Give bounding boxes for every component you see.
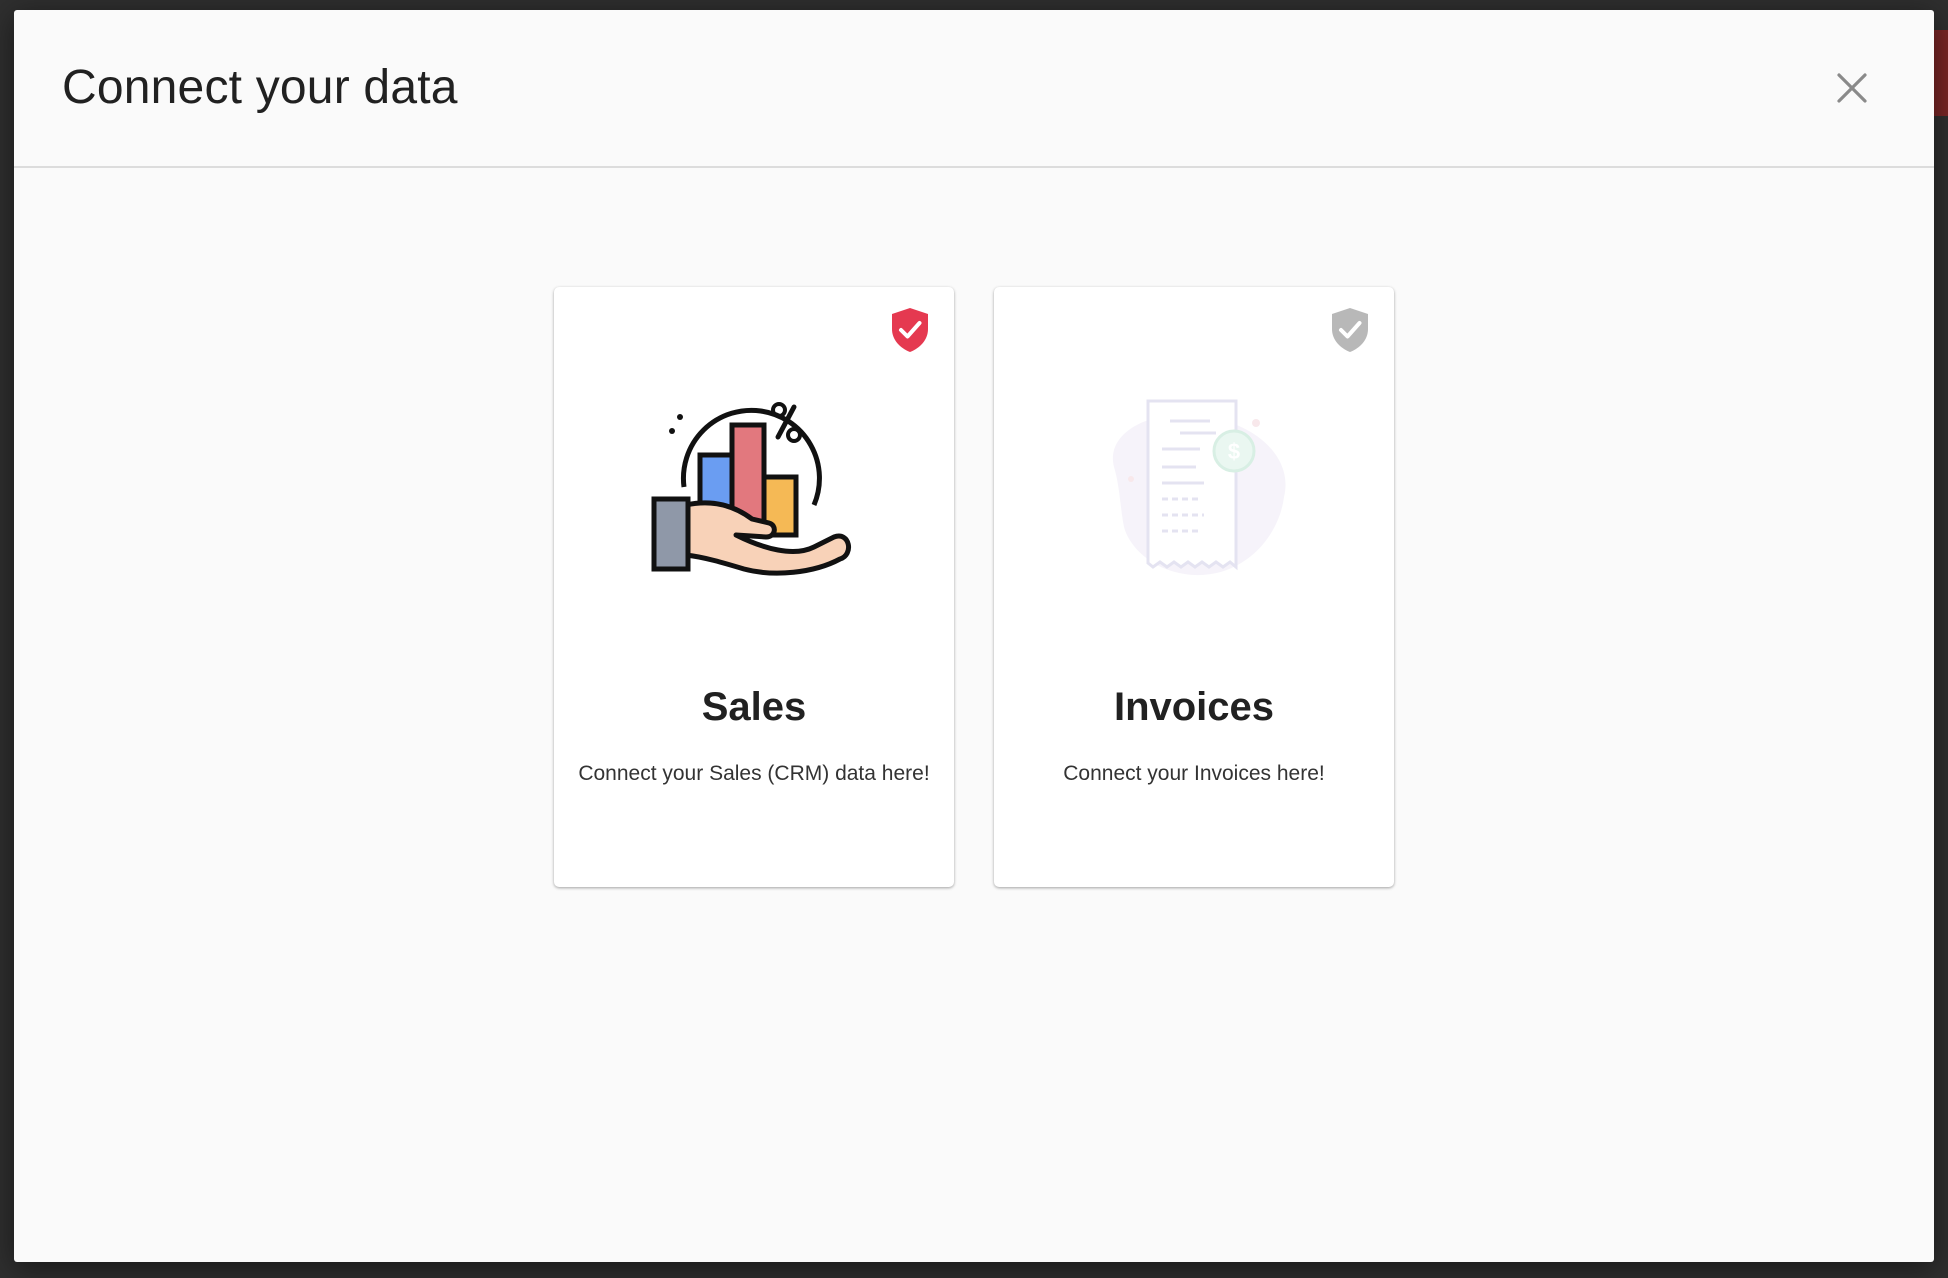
backdrop-edge bbox=[1934, 30, 1948, 116]
card-title: Sales bbox=[701, 685, 807, 729]
connect-data-dialog: Connect your data Sales Connect your Sal… bbox=[14, 10, 1934, 1262]
dialog-title: Connect your data bbox=[62, 61, 458, 114]
invoice-receipt-icon: $ bbox=[1112, 399, 1286, 576]
card-description: Connect your Sales (CRM) data here! bbox=[578, 762, 930, 785]
data-source-cards: Sales Connect your Sales (CRM) data here… bbox=[554, 287, 1394, 889]
svg-text:$: $ bbox=[1228, 439, 1240, 464]
shield-check-icon bbox=[892, 308, 928, 352]
sales-chart-hand-icon bbox=[651, 402, 851, 576]
card-title: Invoices bbox=[1113, 685, 1275, 729]
dialog-header: Connect your data bbox=[14, 10, 1934, 168]
close-icon bbox=[1837, 73, 1867, 103]
close-button[interactable] bbox=[1828, 64, 1876, 112]
invoices-card[interactable]: $ Invoices Connect your Invoices here! bbox=[994, 287, 1394, 887]
shield-check-icon bbox=[1332, 308, 1368, 352]
sales-card[interactable]: Sales Connect your Sales (CRM) data here… bbox=[554, 287, 954, 887]
card-description: Connect your Invoices here! bbox=[1063, 762, 1325, 785]
